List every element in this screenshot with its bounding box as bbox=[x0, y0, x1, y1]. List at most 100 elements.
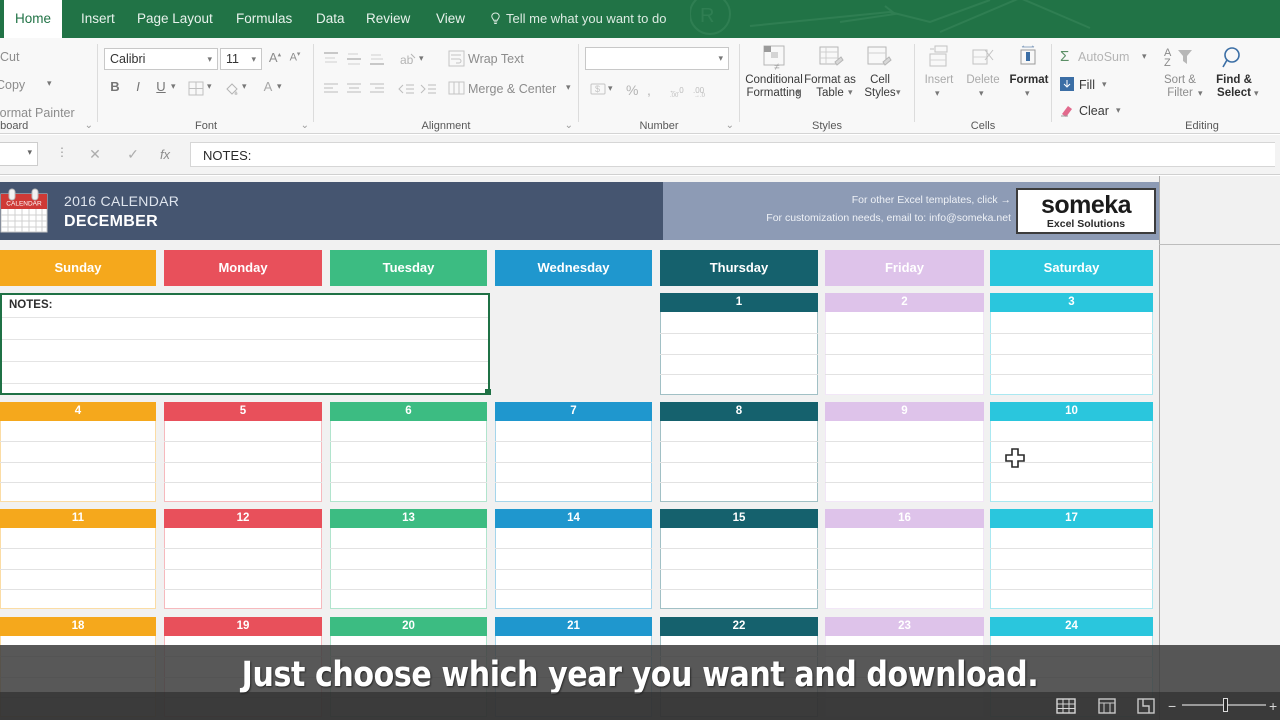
find-select-button[interactable]: Find & Select ▾ bbox=[1206, 44, 1262, 112]
day-cell-3[interactable]: 3 bbox=[990, 293, 1153, 395]
zoom-in-button[interactable]: + bbox=[1269, 698, 1277, 714]
day-cell-7[interactable]: 7 bbox=[495, 402, 652, 502]
day-cell-16[interactable]: 16 bbox=[825, 509, 984, 609]
borders-icon[interactable] bbox=[188, 81, 205, 97]
cell-styles-button[interactable]: Cell Styles ▾ bbox=[856, 44, 904, 112]
align-center-icon[interactable] bbox=[344, 80, 364, 98]
underline-chevron-down-icon[interactable]: ▾ bbox=[171, 81, 176, 92]
decrease-decimal-icon[interactable]: .00→.0 bbox=[693, 82, 713, 98]
fill-button[interactable]: Fill bbox=[1079, 78, 1095, 92]
format-as-table-chevron-down-icon[interactable]: ▾ bbox=[848, 87, 853, 98]
grow-font-button[interactable]: A▴ bbox=[266, 49, 284, 69]
underline-button[interactable]: U bbox=[151, 78, 171, 100]
font-size-chevron-down-icon[interactable]: ▾ bbox=[251, 49, 256, 69]
clear-icon[interactable] bbox=[1059, 102, 1075, 118]
align-middle-icon[interactable] bbox=[344, 50, 364, 68]
tab-view[interactable]: View bbox=[425, 0, 476, 38]
day-header-tuesday[interactable]: Tuesday bbox=[330, 250, 487, 286]
day-cell-5[interactable]: 5 bbox=[164, 402, 322, 502]
font-name-combo[interactable]: Calibri ▾ bbox=[104, 48, 218, 70]
decrease-indent-icon[interactable] bbox=[396, 80, 416, 98]
day-header-thursday[interactable]: Thursday bbox=[660, 250, 818, 286]
tab-page-layout[interactable]: Page Layout bbox=[126, 0, 224, 38]
clear-chevron-down-icon[interactable]: ▾ bbox=[1116, 105, 1121, 116]
merge-center-button[interactable]: Merge & Center bbox=[468, 82, 556, 96]
page-layout-view-button[interactable] bbox=[1096, 697, 1118, 715]
page-break-view-button[interactable] bbox=[1135, 697, 1157, 715]
zoom-out-button[interactable]: − bbox=[1168, 698, 1176, 714]
tab-review[interactable]: Review bbox=[355, 0, 421, 38]
merge-center-icon[interactable] bbox=[448, 80, 465, 97]
fill-color-icon[interactable] bbox=[224, 80, 241, 97]
insert-cells-chevron-down-icon[interactable]: ▾ bbox=[935, 88, 940, 99]
notes-cell[interactable]: NOTES: bbox=[0, 293, 490, 395]
number-format-chevron-down-icon[interactable]: ▾ bbox=[718, 48, 723, 68]
cut-button[interactable]: Cut bbox=[0, 50, 19, 64]
align-top-icon[interactable] bbox=[321, 50, 341, 68]
format-cells-chevron-down-icon[interactable]: ▾ bbox=[1025, 88, 1030, 99]
cell-styles-chevron-down-icon[interactable]: ▾ bbox=[896, 87, 901, 98]
increase-indent-icon[interactable] bbox=[418, 80, 438, 98]
autosum-chevron-down-icon[interactable]: ▾ bbox=[1142, 51, 1147, 62]
day-cell-17[interactable]: 17 bbox=[990, 509, 1153, 609]
fill-chevron-down-icon[interactable]: ▾ bbox=[1102, 79, 1107, 90]
tab-data[interactable]: Data bbox=[305, 0, 356, 38]
normal-view-button[interactable] bbox=[1055, 697, 1077, 715]
day-header-monday[interactable]: Monday bbox=[164, 250, 322, 286]
sort-filter-chevron-down-icon[interactable]: ▾ bbox=[1198, 88, 1203, 99]
format-as-table-button[interactable]: Format as Table ▾ bbox=[804, 44, 856, 112]
number-format-combo[interactable]: ▾ bbox=[585, 47, 729, 70]
confirm-entry-icon[interactable]: ✓ bbox=[120, 143, 146, 166]
day-cell-8[interactable]: 8 bbox=[660, 402, 818, 502]
day-cell-15[interactable]: 15 bbox=[660, 509, 818, 609]
day-cell-1[interactable]: 1 bbox=[660, 293, 818, 395]
autosum-icon[interactable]: Σ bbox=[1060, 48, 1069, 65]
insert-cells-button[interactable]: Insert ▾ bbox=[917, 44, 961, 112]
autosum-button[interactable]: AutoSum bbox=[1078, 50, 1129, 64]
day-cell-12[interactable]: 12 bbox=[164, 509, 322, 609]
day-header-friday[interactable]: Friday bbox=[825, 250, 984, 286]
italic-button[interactable]: I bbox=[128, 78, 148, 100]
sort-filter-button[interactable]: AZ Sort & Filter ▾ bbox=[1154, 44, 1206, 112]
tab-insert[interactable]: Insert bbox=[70, 0, 126, 38]
day-cell-9[interactable]: 9 bbox=[825, 402, 984, 502]
clear-button[interactable]: Clear bbox=[1079, 104, 1109, 118]
orientation-icon[interactable]: ab bbox=[399, 50, 418, 68]
font-dialog-launcher[interactable]: ⌄ bbox=[301, 120, 309, 131]
name-box-chevron-down-icon[interactable]: ▾ bbox=[27, 147, 32, 158]
formula-input[interactable]: NOTES: bbox=[190, 142, 1275, 167]
align-bottom-icon[interactable] bbox=[367, 50, 387, 68]
day-header-saturday[interactable]: Saturday bbox=[990, 250, 1153, 286]
conditional-formatting-button[interactable]: ≠ Conditional Formatting ▾ bbox=[744, 44, 804, 112]
conditional-formatting-chevron-down-icon[interactable]: ▾ bbox=[796, 87, 801, 98]
increase-decimal-icon[interactable]: ←.0.00 bbox=[669, 82, 689, 98]
day-header-wednesday[interactable]: Wednesday bbox=[495, 250, 652, 286]
copy-chevron-down-icon[interactable]: ▾ bbox=[47, 78, 52, 89]
align-right-icon[interactable] bbox=[367, 80, 387, 98]
merge-center-chevron-down-icon[interactable]: ▾ bbox=[566, 82, 571, 93]
someka-logo[interactable]: someka Excel Solutions bbox=[1016, 188, 1156, 234]
fill-icon[interactable] bbox=[1059, 76, 1075, 92]
bold-button[interactable]: B bbox=[105, 78, 125, 100]
delete-cells-chevron-down-icon[interactable]: ▾ bbox=[979, 88, 984, 99]
comma-style-button[interactable]: , bbox=[647, 82, 651, 98]
accounting-chevron-down-icon[interactable]: ▾ bbox=[608, 83, 613, 94]
tab-formulas[interactable]: Formulas bbox=[225, 0, 303, 38]
delete-cells-button[interactable]: Delete ▾ bbox=[961, 44, 1005, 112]
day-cell-4[interactable]: 4 bbox=[0, 402, 156, 502]
zoom-slider-thumb[interactable] bbox=[1223, 698, 1228, 712]
formula-bar-grip[interactable]: ⋮ bbox=[56, 145, 68, 159]
borders-chevron-down-icon[interactable]: ▾ bbox=[207, 81, 212, 92]
alignment-dialog-launcher[interactable]: ⌄ bbox=[565, 120, 573, 131]
clipboard-dialog-launcher[interactable]: ⌄ bbox=[85, 120, 93, 131]
name-box[interactable]: ▾ bbox=[0, 142, 38, 166]
day-cell-10[interactable]: 10 bbox=[990, 402, 1153, 502]
find-select-chevron-down-icon[interactable]: ▾ bbox=[1254, 88, 1259, 99]
tab-home[interactable]: Home bbox=[4, 0, 62, 38]
format-cells-button[interactable]: Format ▾ bbox=[1005, 44, 1053, 112]
fill-color-chevron-down-icon[interactable]: ▾ bbox=[242, 81, 247, 92]
cancel-entry-icon[interactable]: ✕ bbox=[82, 143, 108, 166]
font-name-chevron-down-icon[interactable]: ▾ bbox=[207, 49, 212, 69]
font-color-icon[interactable]: A bbox=[258, 78, 278, 100]
font-color-chevron-down-icon[interactable]: ▾ bbox=[277, 81, 282, 92]
